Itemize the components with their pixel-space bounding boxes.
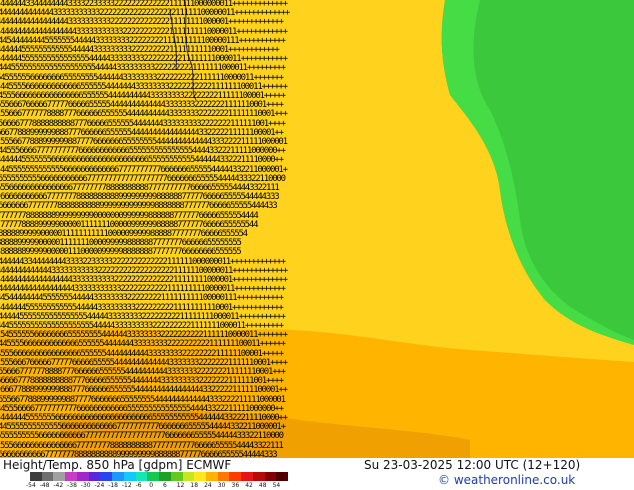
- colorbar-tick-label: -18: [108, 482, 118, 489]
- colorbar-tick-label: 18: [190, 482, 199, 489]
- colorbar-swatch: [241, 472, 253, 481]
- contour-digit-field: 4444443344444444333322333332222222222222…: [0, 0, 634, 458]
- colorbar-ticks: -54 -48 -42 -38 -30 -24 -18 -12 -6 0 6 12 18 24 30 36 42…: [26, 482, 296, 490]
- colorbar-swatch: [88, 472, 101, 481]
- colorbar-swatch: [264, 472, 277, 481]
- colorbar-tick-label: 6: [163, 482, 167, 489]
- digit-row: 6666666666677777778888888888999999999888…: [0, 449, 278, 458]
- colorbar-tick-label: -30: [80, 482, 91, 489]
- colorbar-swatch: [217, 472, 230, 481]
- colorbar-tick-label: -42: [53, 482, 64, 489]
- colorbar-tick-label: -24: [94, 482, 105, 489]
- colorbar-swatch: [206, 472, 218, 481]
- colorbar-tick-label: -12: [121, 482, 132, 489]
- credit-text: © weatheronline.co.uk: [438, 473, 576, 487]
- colorbar-swatch: [252, 472, 265, 481]
- colorbar-tick-label: 36: [231, 482, 240, 489]
- colorbar-tick-label: -54: [26, 482, 36, 489]
- colorbar-tick-label: 30: [217, 482, 226, 489]
- colorbar-tick-label: 48: [258, 482, 267, 489]
- temperature-colorbar: [30, 472, 289, 481]
- colorbar-swatch: [170, 472, 183, 481]
- colorbar-swatch: [112, 472, 124, 481]
- valid-datetime: Su 23-03-2025 12:00 UTC (12+120): [364, 458, 581, 472]
- colorbar-tick-label: -38: [67, 482, 77, 489]
- map-title: Height/Temp. 850 hPa [gdpm] ECMWF: [3, 458, 232, 472]
- colorbar-tick-label: 24: [204, 482, 212, 489]
- colorbar-swatch: [41, 472, 54, 481]
- colorbar-tick-label: 12: [176, 482, 185, 489]
- colorbar-swatch: [76, 472, 89, 481]
- colorbar-tick-label: 54: [272, 482, 281, 489]
- colorbar-swatch: [100, 472, 113, 481]
- footer-bar: Height/Temp. 850 hPa [gdpm] ECMWF Su 23-…: [0, 458, 634, 490]
- colorbar-tick-label: -6: [135, 482, 142, 489]
- colorbar-tick-label: 42: [245, 482, 253, 489]
- colorbar-swatch: [53, 472, 66, 481]
- colorbar-swatch: [147, 472, 160, 481]
- colorbar-swatch: [135, 472, 148, 481]
- colorbar-swatch: [65, 472, 77, 481]
- colorbar-swatch: [276, 472, 289, 481]
- colorbar-swatch: [30, 472, 42, 481]
- colorbar-swatch: [229, 472, 242, 481]
- colorbar-tick-label: -48: [39, 482, 50, 489]
- colorbar-swatch: [159, 472, 171, 481]
- weather-map: 4444443344444444333322333332222222222222…: [0, 0, 634, 458]
- colorbar-swatch: [194, 472, 207, 481]
- colorbar-tick-label: 0: [149, 482, 154, 489]
- colorbar-swatch: [182, 472, 195, 481]
- colorbar-swatch: [123, 472, 136, 481]
